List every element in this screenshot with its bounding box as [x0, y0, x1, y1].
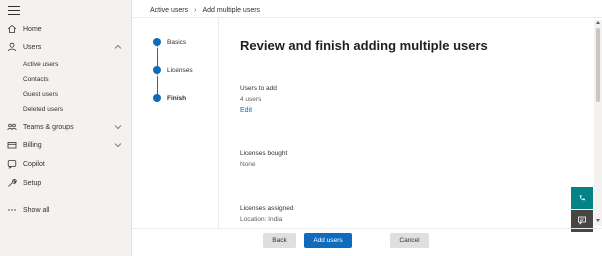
nav-item-setup[interactable]: Setup [0, 175, 131, 191]
scroll-down-icon[interactable] [596, 219, 600, 222]
footer-divider [132, 228, 602, 229]
help-button[interactable] [571, 187, 593, 209]
licenses-assigned-label: Licenses assigned [240, 205, 294, 212]
scrollbar-thumb[interactable] [596, 28, 600, 102]
nav-sub-guest-users[interactable]: Guest users [23, 91, 58, 98]
scroll-up-icon[interactable] [596, 21, 600, 24]
nav-item-teams-groups[interactable]: Teams & groups [0, 119, 131, 135]
licenses-assigned-value: Location: India [240, 216, 283, 223]
nav-sub-deleted-users[interactable]: Deleted users [23, 106, 63, 113]
step-finish: Finish [167, 95, 187, 102]
breadcrumb-active-users[interactable]: Active users [150, 7, 188, 14]
cancel-button[interactable]: Cancel [390, 233, 429, 248]
nav-item-label: Show all [23, 206, 50, 214]
add-users-button[interactable]: Add users [304, 233, 352, 248]
licenses-bought-value: None [240, 161, 256, 168]
home-icon [7, 24, 17, 34]
chevron-down-icon [114, 123, 122, 131]
breadcrumb: Active users › Add multiple users [150, 5, 260, 15]
hamburger-menu-icon[interactable] [8, 6, 20, 16]
nav-item-label: Users [23, 43, 42, 51]
nav-item-label: Billing [23, 141, 42, 149]
chevron-up-icon [114, 43, 122, 51]
phone-icon [578, 189, 586, 207]
checkmark-icon [153, 66, 161, 78]
user-icon [7, 42, 17, 52]
nav-sub-active-users[interactable]: Active users [23, 61, 58, 68]
wrench-icon [7, 178, 17, 188]
ellipsis-icon [7, 205, 17, 215]
nav-sub-contacts[interactable]: Contacts [23, 76, 49, 83]
nav-item-users[interactable]: Users [0, 39, 131, 55]
edit-users-link[interactable]: Edit [240, 107, 252, 114]
copilot-icon [7, 159, 17, 169]
breadcrumb-current: Add multiple users [202, 6, 261, 14]
billing-icon [7, 140, 17, 150]
checkmark-icon [153, 38, 161, 50]
nav-item-label: Home [23, 25, 42, 33]
nav-item-billing[interactable]: Billing [0, 137, 131, 153]
stepper-divider [218, 18, 219, 228]
licenses-bought-label: Licenses bought [240, 150, 288, 157]
users-to-add-value: 4 users [240, 96, 262, 103]
teams-icon [7, 122, 17, 132]
chevron-right-icon: › [194, 6, 197, 14]
nav-item-copilot[interactable]: Copilot [0, 156, 131, 172]
nav-item-show-all[interactable]: Show all [0, 202, 131, 218]
step-basics[interactable]: Basics [167, 39, 186, 46]
left-nav: Home Users Active users Contacts Guest u… [0, 0, 132, 256]
chevron-down-icon [114, 141, 122, 149]
nav-item-label: Setup [23, 179, 42, 187]
nav-item-label: Teams & groups [23, 123, 74, 131]
nav-item-label: Copilot [23, 160, 45, 168]
nav-item-home[interactable]: Home [0, 21, 131, 37]
step-licenses[interactable]: Licenses [167, 67, 193, 74]
page-title: Review and finish adding multiple users [240, 38, 488, 53]
header-divider [132, 17, 602, 18]
current-step-dot [153, 94, 161, 102]
users-to-add-label: Users to add [240, 85, 277, 92]
back-button[interactable]: Back [263, 233, 296, 248]
